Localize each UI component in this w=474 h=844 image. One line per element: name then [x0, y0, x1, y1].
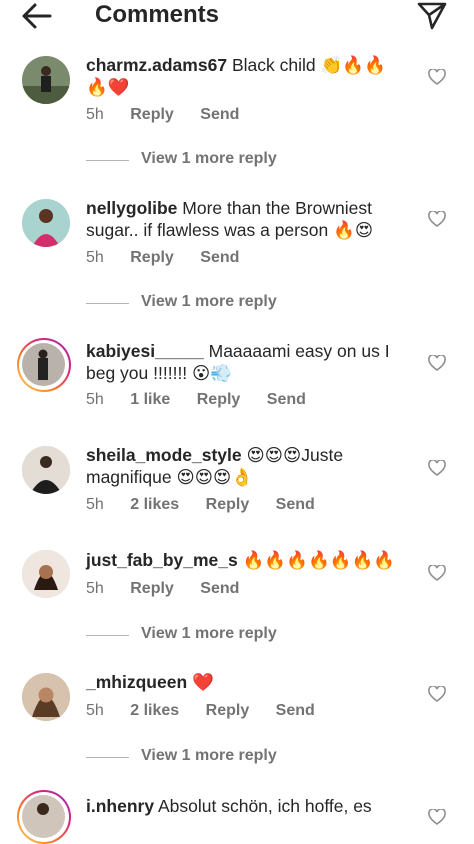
- comment-text: _mhizqueen ❤️: [86, 671, 404, 693]
- page-title: Comments: [95, 1, 220, 28]
- comment-meta: 5h Reply Send: [86, 106, 261, 124]
- send-button[interactable]: Send: [200, 580, 239, 598]
- reply-button[interactable]: Reply: [206, 702, 250, 720]
- comment-username[interactable]: i.nhenry: [86, 796, 154, 816]
- comment-time: 5h: [86, 106, 104, 123]
- comment-text: kabiyesi_____ Maaaaami easy on us I beg …: [86, 340, 404, 384]
- send-button[interactable]: Send: [276, 702, 315, 720]
- send-button[interactable]: Send: [200, 249, 239, 267]
- back-button[interactable]: [18, 0, 58, 32]
- divider: [86, 757, 129, 758]
- view-replies-label: View 1 more reply: [141, 150, 277, 167]
- avatar[interactable]: [22, 56, 70, 104]
- comment-body: ❤️: [192, 672, 214, 692]
- likes-count[interactable]: 2 likes: [130, 496, 179, 514]
- comment-meta: 5h 2 likes Reply Send: [86, 702, 337, 720]
- comment-username[interactable]: just_fab_by_me_s: [86, 550, 238, 570]
- heart-icon[interactable]: [428, 809, 446, 825]
- heart-icon[interactable]: [428, 69, 446, 85]
- likes-count[interactable]: 1 like: [130, 391, 170, 409]
- comment-text: sheila_mode_style 😍😍😍Juste magnifique 😍😍…: [86, 444, 404, 488]
- comment-username[interactable]: kabiyesi_____: [86, 341, 204, 361]
- heart-icon[interactable]: [428, 460, 446, 476]
- avatar[interactable]: [22, 199, 70, 247]
- avatar[interactable]: [22, 673, 70, 721]
- view-replies-label: View 1 more reply: [141, 293, 277, 310]
- heart-icon[interactable]: [428, 355, 446, 371]
- comment-meta: 5h 2 likes Reply Send: [86, 496, 337, 514]
- divider: [86, 160, 129, 161]
- send-button[interactable]: Send: [276, 496, 315, 514]
- avatar[interactable]: [17, 338, 71, 392]
- avatar[interactable]: [22, 446, 70, 494]
- reply-button[interactable]: Reply: [130, 580, 174, 598]
- reply-button[interactable]: Reply: [206, 496, 250, 514]
- divider: [86, 635, 129, 636]
- view-replies-label: View 1 more reply: [141, 625, 277, 642]
- avatar[interactable]: [22, 550, 70, 598]
- comment-username[interactable]: nellygolibe: [86, 198, 177, 218]
- view-replies-label: View 1 more reply: [141, 747, 277, 764]
- reply-button[interactable]: Reply: [130, 249, 174, 267]
- comment-text: just_fab_by_me_s 🔥🔥🔥🔥🔥🔥🔥: [86, 549, 404, 571]
- comment-meta: 5h Reply Send: [86, 580, 261, 598]
- comment-username[interactable]: charmz.adams67: [86, 55, 227, 75]
- send-button[interactable]: Send: [267, 391, 306, 409]
- comment-meta: 5h 1 like Reply Send: [86, 391, 328, 409]
- send-button[interactable]: Send: [200, 106, 239, 124]
- comment-time: 5h: [86, 496, 104, 513]
- avatar[interactable]: [17, 790, 71, 844]
- heart-icon[interactable]: [428, 565, 446, 581]
- likes-count[interactable]: 2 likes: [130, 702, 179, 720]
- avatar-image: [22, 343, 65, 386]
- comment-time: 5h: [86, 249, 104, 266]
- comment-time: 5h: [86, 391, 104, 408]
- comment-text: i.nhenry Absolut schön, ich hoffe, es: [86, 795, 404, 817]
- comment-text: charmz.adams67 Black child 👏🔥🔥🔥❤️: [86, 54, 404, 98]
- heart-icon[interactable]: [428, 686, 446, 702]
- comment-body: 🔥🔥🔥🔥🔥🔥🔥: [242, 550, 396, 570]
- comment-time: 5h: [86, 580, 104, 597]
- reply-button[interactable]: Reply: [197, 391, 241, 409]
- share-button[interactable]: [414, 0, 450, 32]
- top-bar: Comments: [0, 0, 474, 34]
- comment-username[interactable]: sheila_mode_style: [86, 445, 242, 465]
- heart-icon[interactable]: [428, 211, 446, 227]
- comment-username[interactable]: _mhizqueen: [86, 672, 187, 692]
- divider: [86, 303, 129, 304]
- avatar-image: [22, 795, 65, 838]
- comment-text: nellygolibe More than the Browniest suga…: [86, 197, 404, 241]
- comment-meta: 5h Reply Send: [86, 249, 261, 267]
- comment-body: Absolut schön, ich hoffe, es: [157, 796, 372, 816]
- comment-time: 5h: [86, 702, 104, 719]
- reply-button[interactable]: Reply: [130, 106, 174, 124]
- arrow-left-icon: [22, 3, 52, 29]
- paper-plane-icon: [417, 2, 447, 30]
